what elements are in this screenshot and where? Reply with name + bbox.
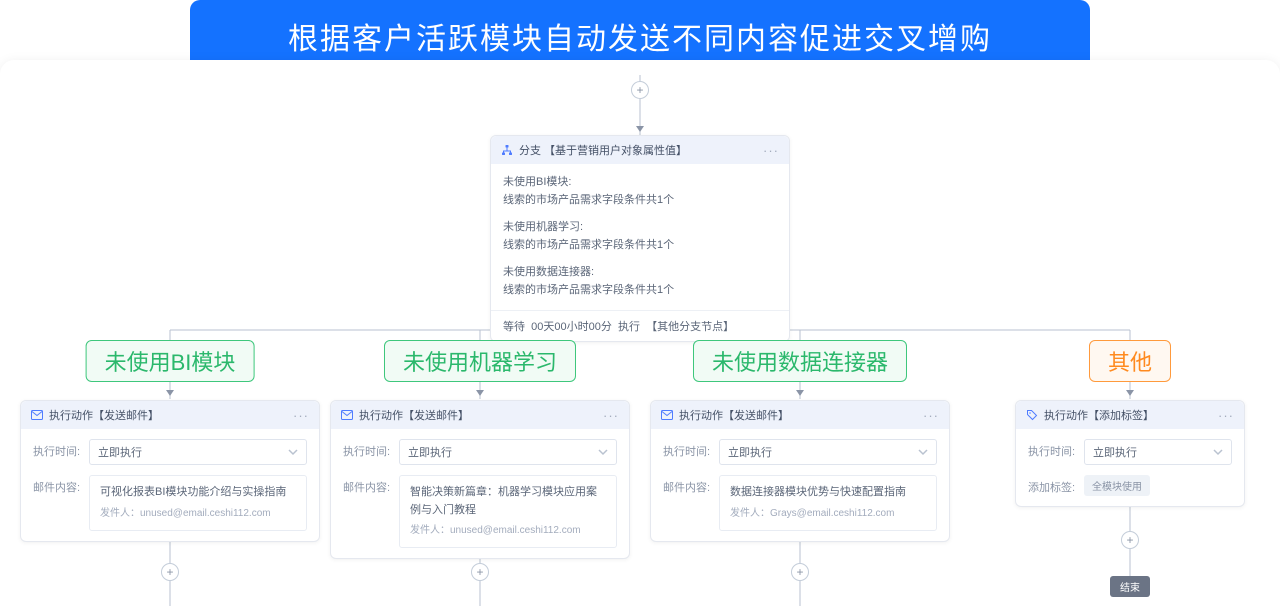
exec-time-select[interactable]: 立即执行 bbox=[89, 439, 307, 465]
branch-node[interactable]: 分支 【基于营销用户对象属性值】 ··· 未使用BI模块:线索的市场产品需求字段… bbox=[490, 135, 790, 342]
exec-time-label: 执行时间: bbox=[33, 439, 81, 459]
add-node-button[interactable]: + bbox=[631, 81, 649, 99]
branch-title: 分支 【基于营销用户对象属性值】 bbox=[519, 142, 757, 158]
end-node: 结束 bbox=[1110, 576, 1150, 597]
card-title: 执行动作【发送邮件】 bbox=[359, 407, 597, 423]
chevron-down-icon bbox=[1213, 447, 1223, 457]
mail-content-box[interactable]: 数据连接器模块优势与快速配置指南 发件人：Grays@email.ceshi11… bbox=[719, 475, 937, 531]
add-node-button[interactable]: + bbox=[1121, 531, 1139, 549]
action-card-mail[interactable]: 执行动作【发送邮件】 ··· 执行时间: 立即执行 邮件内容: 数据连接器模块优… bbox=[650, 400, 950, 542]
branch-header: 分支 【基于营销用户对象属性值】 ··· bbox=[491, 136, 789, 164]
branch-cond-title: 未使用机器学习: bbox=[503, 219, 777, 237]
mail-subject: 数据连接器模块优势与快速配置指南 bbox=[730, 484, 926, 502]
mail-sender: Grays@email.ceshi112.com bbox=[770, 508, 894, 519]
flow-canvas: + 分支 【基于营销用户对象属性值】 ··· 未使用BI模块:线索的市场产品需求… bbox=[0, 60, 1280, 606]
card-header: 执行动作【发送邮件】 ··· bbox=[651, 401, 949, 429]
mail-content-label: 邮件内容: bbox=[33, 475, 81, 495]
branch-cond-desc: 线索的市场产品需求字段条件共1个 bbox=[503, 282, 777, 300]
mail-subject: 可视化报表BI模块功能介绍与实操指南 bbox=[100, 484, 296, 502]
add-tag-label: 添加标签: bbox=[1028, 475, 1076, 495]
chevron-down-icon bbox=[918, 447, 928, 457]
tag-chip[interactable]: 全模块使用 bbox=[1084, 475, 1150, 496]
card-title: 执行动作【发送邮件】 bbox=[679, 407, 917, 423]
arrow-down-icon bbox=[476, 390, 484, 396]
arrow-down-icon bbox=[166, 390, 174, 396]
more-icon[interactable]: ··· bbox=[1218, 408, 1234, 423]
add-node-button[interactable]: + bbox=[471, 563, 489, 581]
tag-icon bbox=[1026, 409, 1038, 421]
exec-time-label: 执行时间: bbox=[343, 439, 391, 459]
envelope-icon bbox=[661, 410, 673, 420]
chevron-down-icon bbox=[288, 447, 298, 457]
exec-time-select[interactable]: 立即执行 bbox=[1084, 439, 1232, 465]
mail-sender: unused@email.ceshi112.com bbox=[450, 525, 581, 536]
exec-time-label: 执行时间: bbox=[663, 439, 711, 459]
envelope-icon bbox=[31, 410, 43, 420]
mail-content-box[interactable]: 智能决策新篇章：机器学习模块应用案例与入门教程 发件人：unused@email… bbox=[399, 475, 617, 548]
more-icon[interactable]: ··· bbox=[923, 408, 939, 423]
add-node-button[interactable]: + bbox=[791, 563, 809, 581]
card-title: 执行动作【添加标签】 bbox=[1044, 407, 1212, 423]
card-title: 执行动作【发送邮件】 bbox=[49, 407, 287, 423]
branch-cond-title: 未使用数据连接器: bbox=[503, 264, 777, 282]
action-card-mail[interactable]: 执行动作【发送邮件】 ··· 执行时间: 立即执行 邮件内容: 可视化报表BI模… bbox=[20, 400, 320, 542]
branch-cond-desc: 线索的市场产品需求字段条件共1个 bbox=[503, 237, 777, 255]
chevron-down-icon bbox=[598, 447, 608, 457]
branch-cond-desc: 线索的市场产品需求字段条件共1个 bbox=[503, 192, 777, 210]
add-node-button[interactable]: + bbox=[161, 563, 179, 581]
branch-cond-title: 未使用BI模块: bbox=[503, 174, 777, 192]
arrow-down-icon bbox=[796, 390, 804, 396]
branch-tag-bi: 未使用BI模块 bbox=[86, 340, 255, 382]
mail-subject: 智能决策新篇章：机器学习模块应用案例与入门教程 bbox=[410, 484, 606, 519]
mail-content-box[interactable]: 可视化报表BI模块功能介绍与实操指南 发件人：unused@email.cesh… bbox=[89, 475, 307, 531]
more-icon[interactable]: ··· bbox=[603, 408, 619, 423]
branch-tag-other: 其他 bbox=[1089, 340, 1171, 382]
mail-content-label: 邮件内容: bbox=[663, 475, 711, 495]
branch-tag-connector: 未使用数据连接器 bbox=[693, 340, 907, 382]
sitemap-icon bbox=[501, 144, 513, 156]
action-card-mail[interactable]: 执行动作【发送邮件】 ··· 执行时间: 立即执行 邮件内容: 智能决策新篇章：… bbox=[330, 400, 630, 559]
arrow-down-icon bbox=[1126, 390, 1134, 396]
card-header: 执行动作【添加标签】 ··· bbox=[1016, 401, 1244, 429]
mail-content-label: 邮件内容: bbox=[343, 475, 391, 495]
more-icon[interactable]: ··· bbox=[293, 408, 309, 423]
exec-time-select[interactable]: 立即执行 bbox=[399, 439, 617, 465]
exec-time-select[interactable]: 立即执行 bbox=[719, 439, 937, 465]
exec-time-label: 执行时间: bbox=[1028, 439, 1076, 459]
mail-sender: unused@email.ceshi112.com bbox=[140, 508, 271, 519]
card-header: 执行动作【发送邮件】 ··· bbox=[331, 401, 629, 429]
arrow-down-icon bbox=[636, 126, 644, 132]
action-card-tag[interactable]: 执行动作【添加标签】 ··· 执行时间: 立即执行 添加标签: 全模块使用 bbox=[1015, 400, 1245, 507]
branch-tag-ml: 未使用机器学习 bbox=[384, 340, 576, 382]
envelope-icon bbox=[341, 410, 353, 420]
more-icon[interactable]: ··· bbox=[763, 143, 779, 158]
branch-body: 未使用BI模块:线索的市场产品需求字段条件共1个 未使用机器学习:线索的市场产品… bbox=[491, 164, 789, 310]
card-header: 执行动作【发送邮件】 ··· bbox=[21, 401, 319, 429]
branch-footer: 等待 00天00小时00分 执行 【其他分支节点】 bbox=[491, 310, 789, 341]
